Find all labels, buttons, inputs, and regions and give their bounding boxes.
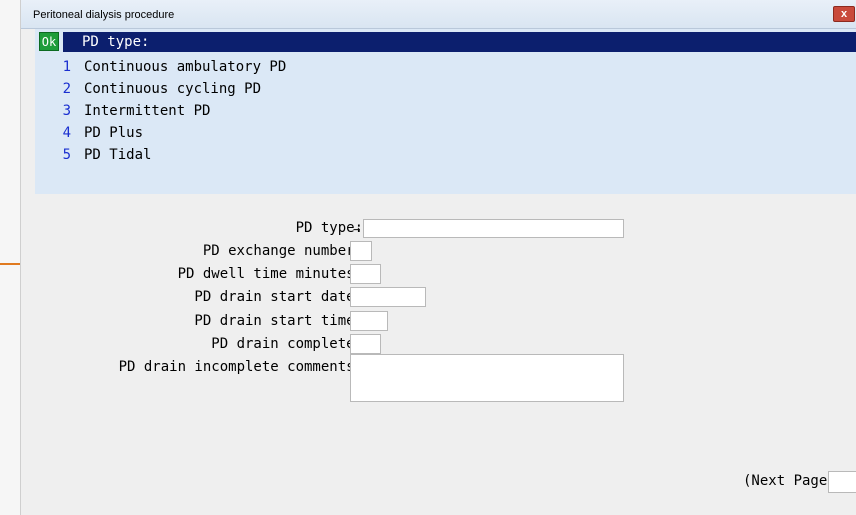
pd-type-field[interactable] xyxy=(363,219,624,238)
option-number: 1 xyxy=(62,59,71,75)
dialog-window: Peritoneal dialysis procedure x Ok PD ty… xyxy=(20,0,856,515)
close-icon: x xyxy=(840,8,848,20)
dwell-time-label: PD dwell time minutes: xyxy=(177,266,363,282)
next-page-label: (Next Page) xyxy=(743,473,836,489)
window-title: Peritoneal dialysis procedure xyxy=(33,9,175,21)
drain-start-date-label: PD drain start date: xyxy=(194,289,363,305)
arrow-icon: → xyxy=(353,222,361,236)
option-number: 2 xyxy=(62,81,71,97)
drain-incomplete-comments-field[interactable] xyxy=(350,354,624,402)
drain-start-time-label: PD drain start time: xyxy=(194,313,363,329)
drain-start-date-field[interactable] xyxy=(350,287,426,307)
option-label: PD Plus xyxy=(84,125,144,141)
dwell-time-field[interactable] xyxy=(350,264,381,284)
drain-complete-label: PD drain complete: xyxy=(211,336,363,352)
left-strip xyxy=(0,0,21,515)
ok-button[interactable]: Ok xyxy=(39,32,59,51)
drain-incomplete-comments-label: PD drain incomplete comments: xyxy=(118,359,363,375)
option-label: Continuous cycling PD xyxy=(84,81,262,97)
option-number: 5 xyxy=(62,147,71,163)
titlebar: Peritoneal dialysis procedure x xyxy=(21,0,856,29)
option-label: Intermittent PD xyxy=(84,103,211,119)
option-number: 3 xyxy=(62,103,71,119)
close-button[interactable]: x xyxy=(833,6,855,22)
drain-start-time-field[interactable] xyxy=(350,311,388,331)
option-label: PD Tidal xyxy=(84,147,152,163)
next-page-field[interactable] xyxy=(828,471,856,493)
option-number: 4 xyxy=(62,125,71,141)
option-label: Continuous ambulatory PD xyxy=(84,59,287,75)
pd-type-list: Ok PD type: 1 Continuous ambulatory PD 2… xyxy=(35,29,856,194)
list-header-label: PD type: xyxy=(82,34,150,50)
exchange-number-field[interactable] xyxy=(350,241,372,261)
list-header: PD type: xyxy=(63,32,856,52)
drain-complete-field[interactable] xyxy=(350,334,381,354)
exchange-number-label: PD exchange number: xyxy=(202,243,363,259)
